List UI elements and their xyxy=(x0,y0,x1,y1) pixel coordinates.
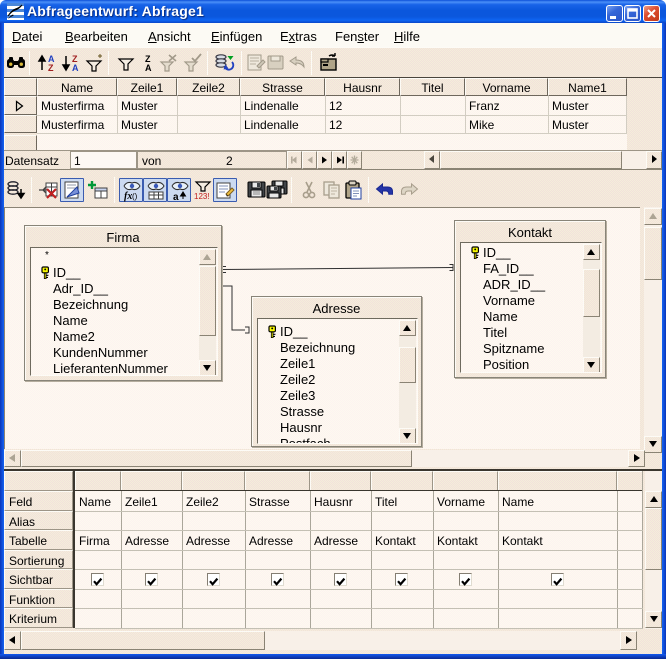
svg-text:123!: 123! xyxy=(194,192,210,201)
svg-text:Z: Z xyxy=(48,63,54,73)
svg-text:a: a xyxy=(173,192,179,202)
svg-text:A: A xyxy=(145,63,152,73)
svg-text:(): () xyxy=(132,192,138,201)
svg-text:A: A xyxy=(72,63,79,73)
